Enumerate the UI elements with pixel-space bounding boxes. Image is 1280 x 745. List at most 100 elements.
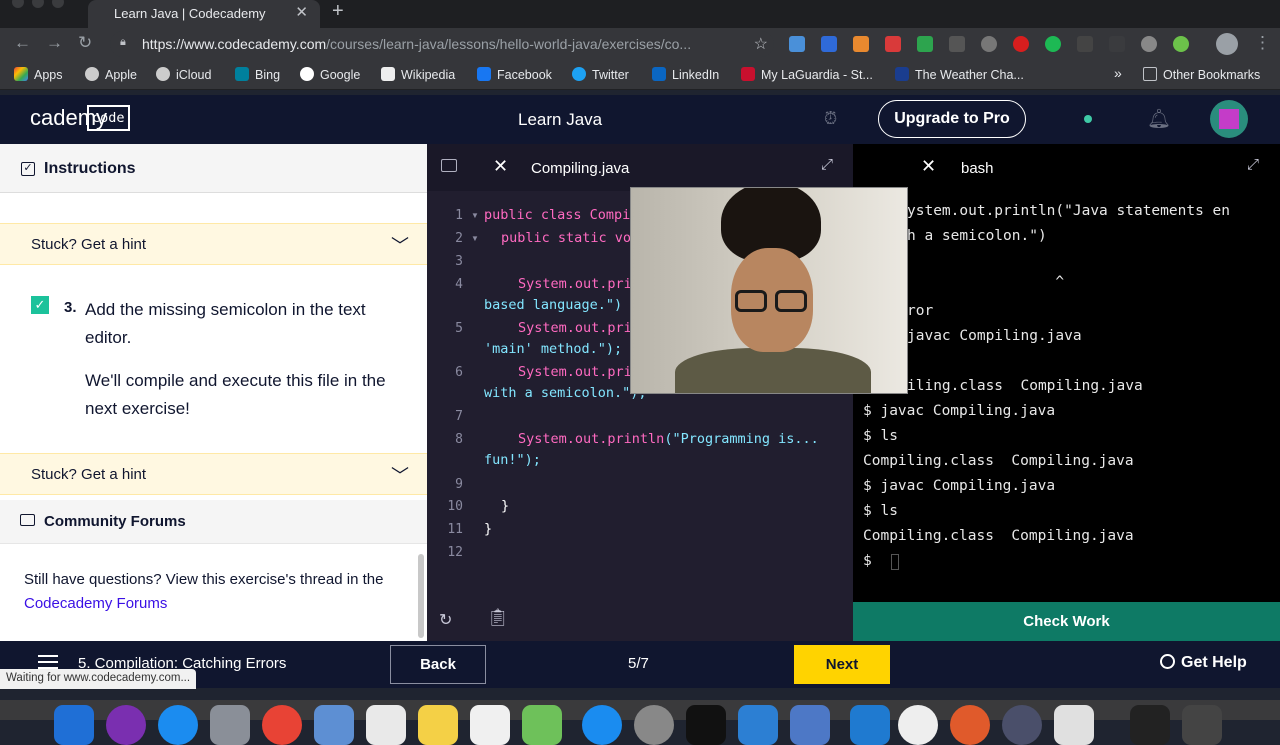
close-file-icon[interactable]: ✕ [493, 156, 508, 177]
terminal-line: Compiling.class Compiling.java [863, 528, 1134, 544]
community-forums-header[interactable]: Community Forums [0, 500, 427, 544]
bookmark-icloud[interactable]: iCloud [156, 67, 211, 82]
apps-grid-icon [14, 67, 28, 81]
terminal-line: $ javac Compiling.java [863, 478, 1056, 494]
app-icon[interactable] [738, 705, 778, 745]
close-window-icon[interactable] [12, 0, 24, 8]
bookmark-wikipedia[interactable]: Wikipedia [381, 67, 455, 82]
bookmark-bing[interactable]: Bing [235, 67, 280, 82]
maps-icon[interactable] [522, 705, 562, 745]
webcam-overlay [630, 187, 908, 394]
bookmark-google[interactable]: Google [300, 67, 360, 82]
bookmark-linkedin[interactable]: LinkedIn [652, 67, 719, 82]
clipboard-icon[interactable]: 📋︎ [487, 608, 509, 628]
fold-arrow-icon[interactable]: ▼ [471, 211, 479, 220]
bookmarks-overflow-icon[interactable]: » [1114, 65, 1122, 81]
codecademy-logo[interactable]: code cademy [30, 105, 130, 131]
chrome-icon[interactable] [262, 705, 302, 745]
terminal[interactable]: ✕ bash ⤢ ystem.out.println("Java stateme… [853, 144, 1280, 602]
bookmark-facebook[interactable]: Facebook [477, 67, 552, 82]
folder-icon[interactable] [441, 159, 457, 172]
new-tab-icon[interactable]: + [332, 0, 344, 23]
app-icon[interactable] [1002, 705, 1042, 745]
expand-icon[interactable]: ⤢ [821, 156, 833, 173]
extension-drive-icon[interactable] [917, 36, 933, 52]
hint-toggle-1[interactable]: Stuck? Get a hint ﹀ [0, 223, 427, 265]
launchpad-icon[interactable] [210, 705, 250, 745]
url-text: https://www.codecademy.com/courses/learn… [142, 36, 692, 52]
extension-grammarly-icon[interactable] [1045, 36, 1061, 52]
bookmark-twitter[interactable]: Twitter [572, 67, 629, 82]
extension-icon[interactable] [853, 36, 869, 52]
close-terminal-icon[interactable]: ✕ [921, 156, 936, 177]
extension-gear-icon[interactable] [981, 36, 997, 52]
file-tab-name[interactable]: Compiling.java [531, 160, 629, 177]
reminders-icon[interactable] [470, 705, 510, 745]
extension-r-icon[interactable] [885, 36, 901, 52]
extension-circle-icon[interactable] [1173, 36, 1189, 52]
alarm-clock-icon[interactable]: ⏰︎ [824, 109, 837, 129]
reload-icon[interactable]: ↻ [78, 33, 92, 53]
line-number: 10 [447, 499, 463, 514]
bookmark-apps[interactable]: Apps [14, 67, 63, 82]
get-help-button[interactable]: Get Help [1160, 654, 1247, 672]
notes-icon[interactable] [418, 705, 458, 745]
back-button[interactable]: Back [390, 645, 486, 684]
extension-m-icon[interactable] [1141, 36, 1157, 52]
browser-menu-icon[interactable]: ⋮ [1254, 33, 1271, 53]
extension-react-icon[interactable] [789, 36, 805, 52]
linkedin-icon [652, 67, 666, 81]
avatar[interactable] [1210, 100, 1248, 138]
extension-code-icon[interactable] [1109, 36, 1125, 52]
profile-icon[interactable] [1216, 33, 1238, 55]
vscode-icon[interactable] [850, 705, 890, 745]
hint-toggle-2[interactable]: Stuck? Get a hint ﹀ [0, 453, 427, 495]
bookmark-weather[interactable]: The Weather Cha... [895, 67, 1024, 82]
app-icon[interactable] [1130, 705, 1170, 745]
instructions-panel: ✓ Instructions Stuck? Get a hint ﹀ ✓ 3. … [0, 144, 427, 641]
address-bar[interactable]: 🔒︎ https://www.codecademy.com/courses/le… [110, 31, 774, 57]
extension-translate-icon[interactable] [821, 36, 837, 52]
system-preferences-icon[interactable] [634, 705, 674, 745]
bookmark-other[interactable]: Other Bookmarks [1143, 67, 1260, 82]
siri-icon[interactable] [106, 705, 146, 745]
forward-arrow-icon[interactable]: → [46, 33, 63, 53]
bookmark-star-icon[interactable]: ☆ [754, 34, 768, 54]
forums-link[interactable]: Codecademy Forums [24, 595, 167, 612]
codecademy-header: code cademy Learn Java ⏰︎ Upgrade to Pro … [0, 95, 1280, 144]
mail-icon[interactable] [314, 705, 354, 745]
extension-ama-icon[interactable] [949, 36, 965, 52]
bookmark-laguardia[interactable]: My LaGuardia - St... [741, 67, 873, 82]
next-button[interactable]: Next [794, 645, 890, 684]
app-icon[interactable] [790, 705, 830, 745]
chevron-down-icon: ﹀ [391, 466, 409, 486]
close-tab-icon[interactable]: ✕ [295, 3, 308, 21]
instructions-header[interactable]: ✓ Instructions [0, 144, 427, 193]
reset-icon[interactable]: ↻ [439, 610, 452, 630]
terminal-tab-name[interactable]: bash [961, 160, 994, 177]
trash-icon[interactable] [1182, 705, 1222, 745]
scrollbar[interactable] [418, 554, 424, 638]
bookmark-apple[interactable]: Apple [85, 67, 137, 82]
browser-tab[interactable]: Learn Java | Codecademy ✕ [88, 0, 320, 28]
zoom-window-icon[interactable] [52, 0, 64, 8]
bell-icon[interactable]: 🔔︎ [1147, 107, 1171, 131]
extension-shield-icon[interactable] [1013, 36, 1029, 52]
safari-icon[interactable] [158, 705, 198, 745]
app-store-icon[interactable] [582, 705, 622, 745]
calendar-icon[interactable] [366, 705, 406, 745]
extension-w-icon[interactable] [1077, 36, 1093, 52]
app-icon[interactable] [950, 705, 990, 745]
minimize-window-icon[interactable] [32, 0, 44, 8]
finder-icon[interactable] [54, 705, 94, 745]
fold-arrow-icon[interactable]: ▼ [471, 234, 479, 243]
menu-icon[interactable] [38, 655, 58, 669]
upgrade-to-pro-button[interactable]: Upgrade to Pro [878, 100, 1026, 138]
terminal-app-icon[interactable] [686, 705, 726, 745]
back-arrow-icon[interactable]: ← [14, 33, 31, 53]
task-complete-checkbox[interactable]: ✓ [31, 296, 49, 314]
expand-icon[interactable]: ⤢ [1247, 156, 1259, 173]
slack-icon[interactable] [898, 705, 938, 745]
app-icon[interactable] [1054, 705, 1094, 745]
check-work-button[interactable]: Check Work [853, 602, 1280, 641]
